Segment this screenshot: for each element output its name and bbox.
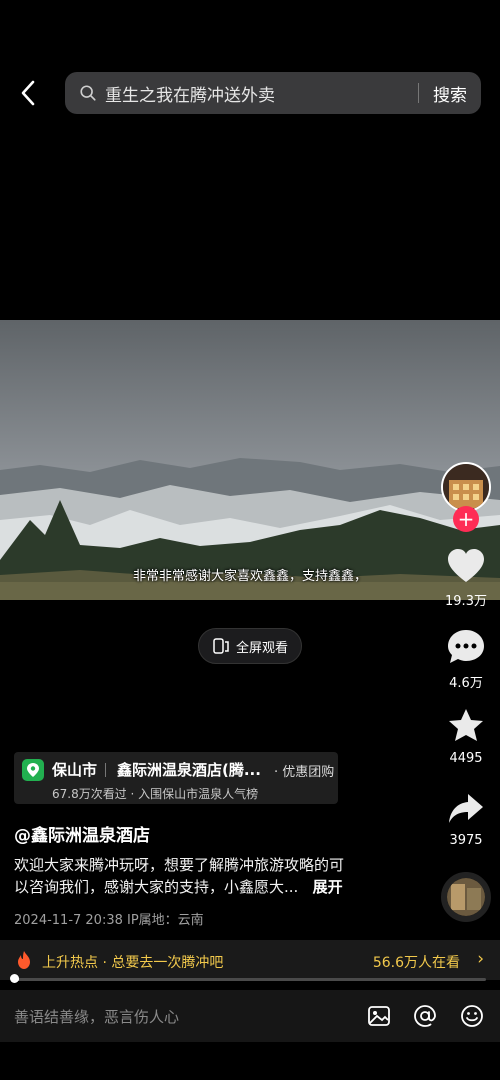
favorite-count: 4495 <box>449 751 483 766</box>
search-button[interactable]: 搜索 <box>433 81 467 106</box>
image-icon[interactable] <box>365 1002 393 1030</box>
music-cover-image <box>447 878 485 916</box>
fullscreen-label: 全屏观看 <box>235 640 288 656</box>
location-name: 鑫际洲温泉酒店(腾... <box>117 761 261 779</box>
fire-icon <box>16 950 32 974</box>
hot-topic-bar[interactable]: 上升热点 · 总要去一次腾冲吧 56.6万人在看 › <box>0 940 500 980</box>
video-subtitle: 非常非常感谢大家喜欢鑫鑫，支持鑫鑫， <box>132 569 367 584</box>
mention-icon[interactable] <box>411 1002 439 1030</box>
heart-icon <box>448 549 484 582</box>
emoji-icon[interactable] <box>458 1002 486 1030</box>
search-input[interactable]: 重生之我在腾冲送外卖 <box>105 81 418 106</box>
hot-watching-count: 56.6万人在看 <box>372 955 460 971</box>
location-pin-icon <box>22 759 44 781</box>
description-line-2: 以咨询我们，感谢大家的支持，小鑫愿大... <box>14 878 299 896</box>
author-name[interactable]: @鑫际洲温泉酒店 <box>14 821 150 846</box>
follow-button[interactable]: + <box>453 506 479 532</box>
location-stats: 67.8万次看过 · 入围保山市温泉人气榜 <box>52 787 259 801</box>
share-icon <box>449 794 483 823</box>
like-button[interactable]: 19.3万 <box>436 548 496 609</box>
expand-button[interactable]: 展开 <box>313 878 343 896</box>
video-player[interactable] <box>0 320 500 600</box>
location-separator <box>105 763 106 777</box>
comment-button[interactable]: 4.6万 <box>436 628 496 691</box>
chevron-left-icon <box>21 80 35 106</box>
video-progress-handle[interactable] <box>10 974 19 983</box>
author-avatar[interactable] <box>441 462 491 512</box>
like-count: 19.3万 <box>445 594 487 609</box>
location-city: 保山市 <box>52 761 98 779</box>
hot-topic-text: 上升热点 · 总要去一次腾冲吧 <box>42 955 224 971</box>
post-description: 欢迎大家来腾冲玩呀，想要了解腾冲旅游攻略的可 以咨询我们，感谢大家的支持，小鑫愿… <box>14 854 404 898</box>
back-button[interactable] <box>14 78 42 108</box>
search-icon <box>80 85 96 101</box>
fullscreen-button[interactable]: 全屏观看 <box>198 628 302 664</box>
music-disc[interactable] <box>441 872 491 922</box>
location-card[interactable]: 保山市 鑫际洲温泉酒店(腾... · 优惠团购 67.8万次看过 · 入围保山市… <box>14 752 338 804</box>
description-line-1: 欢迎大家来腾冲玩呀，想要了解腾冲旅游攻略的可 <box>14 856 345 874</box>
search-bar[interactable]: 重生之我在腾冲送外卖 搜索 <box>65 72 481 114</box>
plus-icon: + <box>457 507 475 531</box>
favorite-button[interactable]: 4495 <box>436 707 496 766</box>
share-count: 3975 <box>449 833 483 848</box>
star-icon <box>449 709 483 741</box>
video-progress-track[interactable] <box>14 978 486 981</box>
comment-input[interactable]: 善语结善缘，恶言伤人心 <box>14 1006 179 1027</box>
comment-bar: 善语结善缘，恶言伤人心 <box>0 990 500 1042</box>
share-button[interactable]: 3975 <box>436 791 496 848</box>
fullscreen-icon <box>213 638 229 654</box>
comment-count: 4.6万 <box>449 676 483 691</box>
comment-icon <box>448 630 484 663</box>
chevron-right-icon: › <box>477 949 484 969</box>
group-buy-label: · 优惠团购 <box>274 765 335 780</box>
avatar-image <box>443 464 489 510</box>
video-frame <box>0 320 500 600</box>
post-meta: 2024-11-7 20:38 IP属地：云南 <box>14 913 204 928</box>
search-divider <box>418 83 419 103</box>
